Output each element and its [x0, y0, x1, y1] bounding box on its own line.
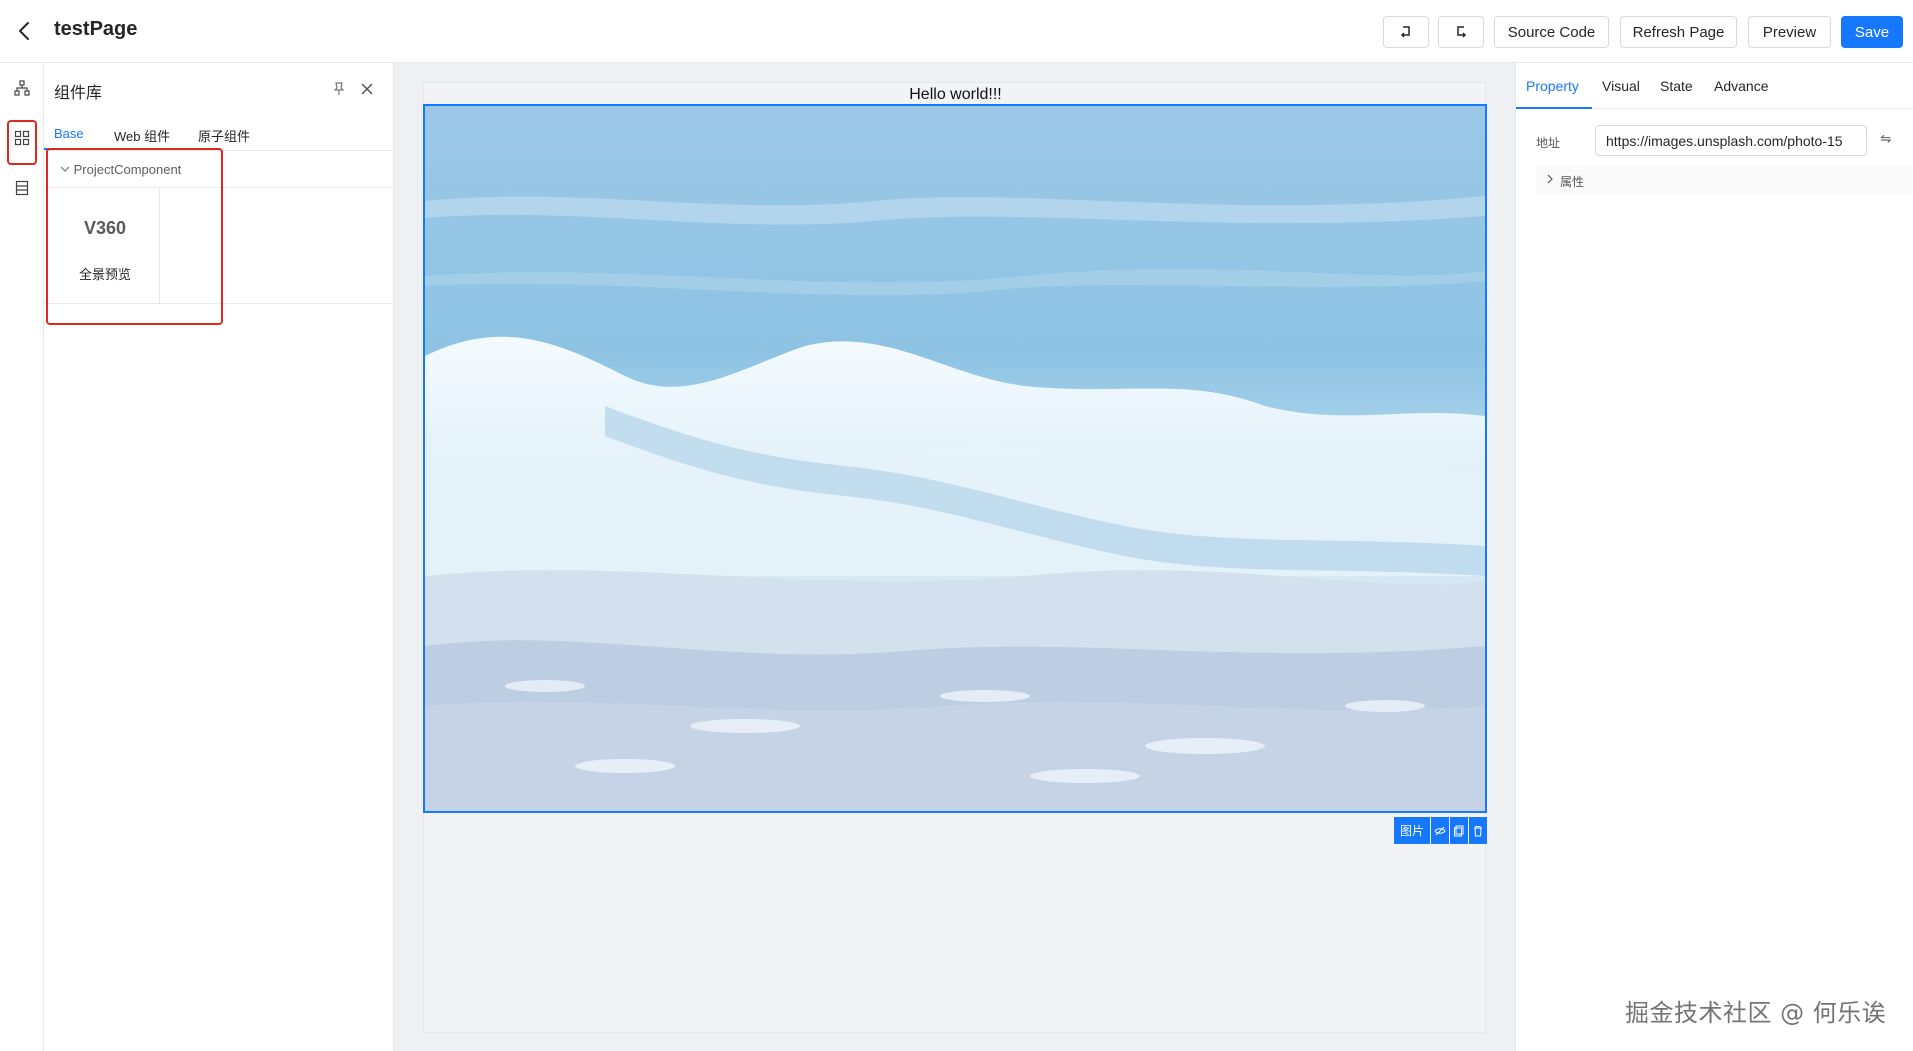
watermark: 掘金技术社区 @ 何乐诶	[1625, 999, 1887, 1027]
ocean-wave-image	[425, 106, 1485, 811]
selection-label: 图片	[1394, 817, 1431, 844]
rail-item-components[interactable]	[9, 125, 35, 151]
panel-title: 组件库	[54, 85, 103, 102]
tab-visual[interactable]: Visual	[1602, 78, 1640, 94]
redo-button[interactable]	[1438, 16, 1484, 48]
source-code-button[interactable]: Source Code	[1494, 16, 1609, 48]
back-arrow-icon[interactable]	[14, 18, 36, 44]
tab-advance[interactable]: Advance	[1714, 78, 1768, 94]
rail-item-data[interactable]	[9, 175, 35, 201]
sitemap-icon	[14, 80, 30, 96]
delete-button[interactable]	[1469, 817, 1488, 844]
property-tabs: Property Visual State Advance	[1516, 63, 1913, 109]
canvas-area: Hello world!!!	[394, 63, 1909, 1051]
attributes-section[interactable]: 属性	[1536, 166, 1913, 194]
top-bar: testPage Source Code Refresh Page Previe…	[0, 0, 1913, 63]
page-canvas[interactable]: Hello world!!!	[423, 82, 1487, 1033]
chevron-right-icon	[1546, 173, 1554, 187]
copy-button[interactable]	[1450, 817, 1469, 844]
tab-atomic-components[interactable]: 原子组件	[198, 126, 250, 145]
eye-off-icon	[1434, 826, 1446, 835]
address-label: 地址	[1536, 136, 1561, 150]
property-panel: Property Visual State Advance 地址 ⇋ 属性	[1515, 63, 1913, 1051]
undo-button[interactable]	[1383, 16, 1429, 48]
pin-icon[interactable]	[330, 80, 348, 98]
group-title: ProjectComponent	[73, 162, 182, 177]
attributes-label: 属性	[1560, 175, 1585, 189]
text-block[interactable]: Hello world!!!	[424, 86, 1487, 104]
components-icon	[14, 130, 30, 146]
trash-icon	[1474, 825, 1483, 836]
swap-icon[interactable]: ⇋	[1877, 131, 1895, 149]
hide-button[interactable]	[1431, 817, 1450, 844]
component-panel: 组件库 Base Web 组件 原子组件 ProjectComponent V3…	[44, 63, 394, 1051]
selection-toolbar: 图片	[1394, 817, 1488, 844]
data-source-icon	[15, 180, 29, 196]
preview-button[interactable]: Preview	[1748, 16, 1831, 48]
tab-web-components[interactable]: Web 组件	[114, 126, 170, 145]
tab-state[interactable]: State	[1660, 78, 1693, 94]
group-header-project-component[interactable]: ProjectComponent	[60, 162, 181, 177]
tab-property[interactable]: Property	[1526, 78, 1579, 94]
left-rail	[0, 63, 44, 1051]
redo-icon	[1457, 26, 1467, 38]
save-button[interactable]: Save	[1841, 16, 1903, 48]
active-tab-indicator	[44, 148, 92, 150]
tab-base[interactable]: Base	[54, 126, 84, 141]
refresh-page-button[interactable]: Refresh Page	[1620, 16, 1737, 48]
copy-icon	[1454, 825, 1464, 836]
component-card-v360[interactable]: V360 全景预览	[50, 189, 160, 303]
selected-image-component[interactable]	[423, 104, 1487, 813]
component-tabs: Base Web 组件 原子组件	[44, 119, 394, 151]
component-logo: V360	[83, 218, 127, 238]
rail-item-structure[interactable]	[9, 75, 35, 101]
address-input[interactable]	[1595, 125, 1867, 156]
component-name: 全景预览	[78, 267, 131, 282]
chevron-down-icon	[60, 162, 70, 177]
divider	[44, 187, 394, 188]
divider	[44, 303, 394, 304]
active-tab-indicator	[1516, 107, 1592, 109]
undo-icon	[1400, 26, 1410, 38]
close-icon[interactable]	[358, 80, 376, 98]
page-title: testPage	[54, 18, 138, 40]
